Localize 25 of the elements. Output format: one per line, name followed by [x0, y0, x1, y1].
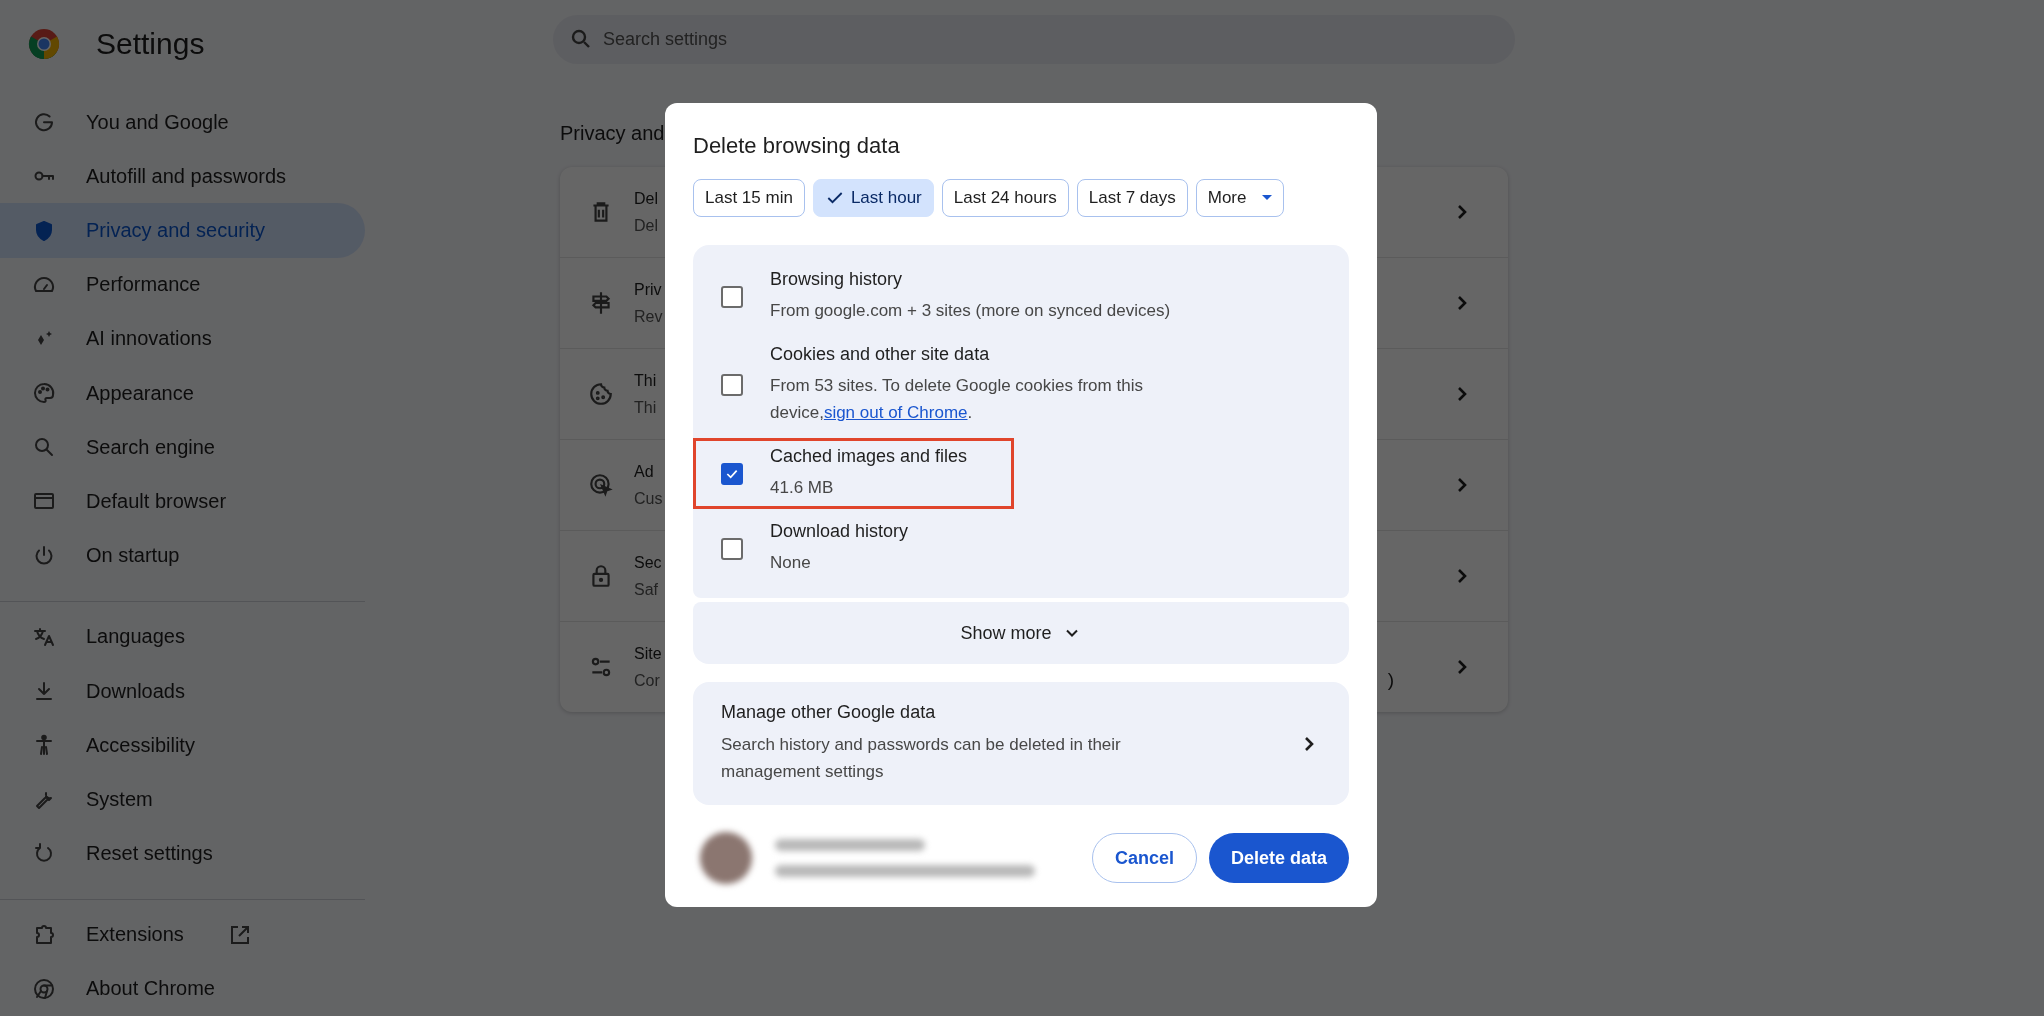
- dialog-title: Delete browsing data: [693, 133, 901, 159]
- option-label: Cookies and other site data: [770, 344, 991, 365]
- row-subtitle: Rev: [634, 307, 663, 326]
- row-value: ): [1387, 669, 1394, 691]
- row-title: Del: [634, 189, 658, 208]
- option-detail: From 53 sites. To delete Google cookies from this device,sign out of Chrome.: [770, 375, 1144, 424]
- row-title: Site: [634, 644, 662, 663]
- row-title: Sec: [634, 553, 662, 572]
- row-title: Thi: [634, 371, 657, 390]
- option-detail: From google.com + 3 sites (more on synced devices): [770, 300, 1171, 322]
- row-subtitle: Thi: [634, 398, 657, 417]
- row-subtitle: Cus: [634, 489, 663, 508]
- option-label: Browsing history: [770, 269, 904, 290]
- option-label: Download history: [770, 521, 909, 542]
- manage-title: Manage other Google data: [721, 702, 937, 723]
- row-title: Priv: [634, 280, 662, 299]
- row-subtitle: Del: [634, 216, 658, 235]
- app-title: Settings: [96, 26, 205, 61]
- row-subtitle: Saf: [634, 580, 658, 599]
- manage-description: Search history and passwords can be deleted in their management settings: [721, 734, 1122, 783]
- option-detail: 41.6 MB: [770, 477, 835, 499]
- option-label: Cached images and files: [770, 446, 968, 467]
- row-title: Ad: [634, 462, 654, 481]
- option-detail: None: [770, 552, 812, 574]
- row-subtitle: Cor: [634, 671, 660, 690]
